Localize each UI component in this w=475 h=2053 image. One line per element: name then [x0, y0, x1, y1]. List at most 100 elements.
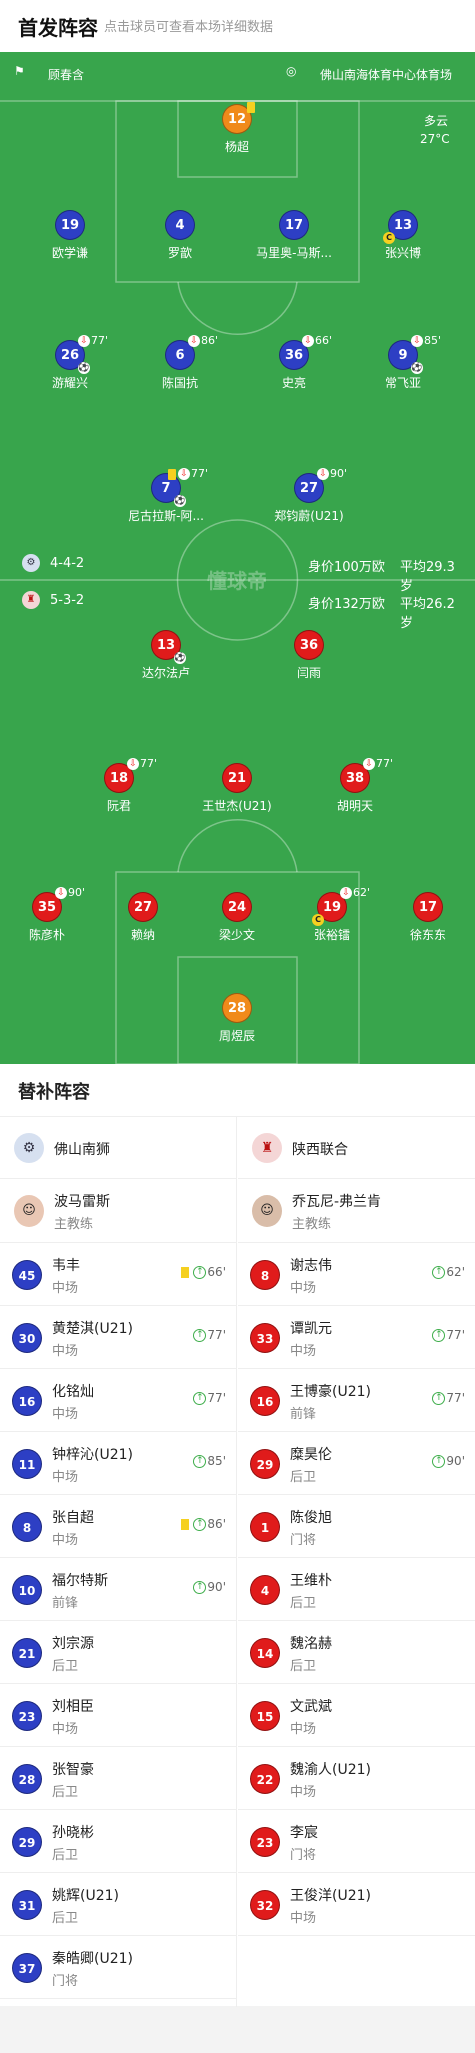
- sub-player-row[interactable]: 28 张智豪 后卫: [0, 1747, 236, 1810]
- player-position: 后卫: [290, 1659, 317, 1674]
- home-formation: 4-4-2: [50, 556, 85, 571]
- goal-ball-icon: ⚽: [78, 362, 90, 374]
- player-number-badge: 8: [12, 1512, 42, 1542]
- sub-player-row[interactable]: 8 张自超 中场 ↑ 86': [0, 1495, 236, 1558]
- away-coach[interactable]: ☺ 乔瓦尼-弗兰肯 主教练: [238, 1179, 475, 1243]
- player-name: 韦丰: [52, 1258, 80, 1274]
- player-name: 史亮: [281, 376, 306, 390]
- sub-player-row[interactable]: 15 文武斌 中场: [238, 1684, 475, 1747]
- sub-player-row[interactable]: 33 谭凯元 中场 ↑ 77': [238, 1306, 475, 1369]
- player-away-19[interactable]: 19 ⇩ 62' C 张裕镭: [282, 886, 382, 943]
- sub-on-icon: ↑: [432, 1266, 446, 1279]
- player-number-badge: 30: [12, 1323, 42, 1353]
- sub-player-row[interactable]: 29 孙晓彬 后卫: [0, 1810, 236, 1873]
- player-position: 中场: [290, 1911, 317, 1926]
- sub-on-minute: 66': [207, 1265, 226, 1279]
- player-away-36[interactable]: 36 闫雨: [259, 630, 359, 681]
- player-name: 王世杰(U21): [202, 799, 272, 813]
- player-name: 阮君: [106, 799, 131, 813]
- sub-on-icon: ↑: [432, 1392, 446, 1405]
- player-home-17[interactable]: 17 马里奥-马斯...: [244, 210, 344, 261]
- player-home-4[interactable]: 4 罗歆: [130, 210, 230, 261]
- player-position: 后卫: [52, 1911, 79, 1926]
- sub-player-row[interactable]: 29 糜昊伦 后卫 ↑ 90': [238, 1432, 475, 1495]
- home-coach[interactable]: ☺ 波马雷斯 主教练: [0, 1179, 236, 1243]
- captain-icon: C: [312, 914, 324, 926]
- sub-player-row[interactable]: 16 化铭灿 中场 ↑ 77': [0, 1369, 236, 1432]
- player-home-19[interactable]: 19 欧学谦: [20, 210, 120, 261]
- sub-player-row[interactable]: 31 姚辉(U21) 后卫: [0, 1873, 236, 1936]
- sub-player-row[interactable]: 30 黄楚淇(U21) 中场 ↑ 77': [0, 1306, 236, 1369]
- captain-icon: C: [383, 232, 395, 244]
- sub-player-row[interactable]: 4 王维朴 后卫: [238, 1558, 475, 1621]
- sub-player-row[interactable]: 16 王博豪(U21) 前锋 ↑ 77': [238, 1369, 475, 1432]
- sub-player-row[interactable]: 45 韦丰 中场 ↑ 66': [0, 1243, 236, 1306]
- away-formation-row: ♜ 5-3-2 身价132万欧 平均26.2岁: [22, 591, 462, 631]
- player-number-badge: 26 ⇩ 77' ⚽: [55, 334, 108, 374]
- player-away-17[interactable]: 17 徐东东: [378, 892, 475, 943]
- player-number-badge: 22: [250, 1764, 280, 1794]
- player-away-13[interactable]: 13 ⚽ 达尔法卢: [116, 630, 216, 681]
- sub-player-row[interactable]: 14 魏洺赫 后卫: [238, 1621, 475, 1684]
- player-number-badge: 4: [165, 210, 195, 240]
- sub-on-icon: ↑: [193, 1329, 207, 1342]
- player-name: 张自超: [52, 1510, 94, 1526]
- player-name: 刘相臣: [52, 1699, 94, 1715]
- player-away-18[interactable]: 18 ⇩ 77' 阮君: [69, 757, 169, 814]
- player-away-24[interactable]: 24 梁少文: [187, 892, 287, 943]
- player-number-badge: 33: [250, 1323, 280, 1353]
- player-position: 门将: [290, 1533, 317, 1548]
- sub-player-row[interactable]: 23 刘相臣 中场: [0, 1684, 236, 1747]
- player-home-6[interactable]: 6 ⇩ 86' 陈国抗: [130, 334, 230, 391]
- player-away-38[interactable]: 38 ⇩ 77' 胡明天: [305, 757, 405, 814]
- player-name: 赖纳: [130, 928, 155, 942]
- player-number-badge: 17: [413, 892, 443, 922]
- player-number-badge: 29: [12, 1827, 42, 1857]
- player-name: 张兴博: [384, 246, 421, 260]
- player-home-13[interactable]: 13 C 张兴博: [353, 210, 453, 261]
- sub-player-row[interactable]: 21 刘宗源 后卫: [0, 1621, 236, 1684]
- player-position: 前锋: [290, 1407, 317, 1422]
- player-away-28[interactable]: 28 周煜辰: [187, 993, 287, 1044]
- sub-player-row[interactable]: 11 钟梓沁(U21) 中场 ↑ 85': [0, 1432, 236, 1495]
- sub-on-tag: ↑ 90': [193, 1580, 226, 1594]
- away-team-head[interactable]: ♜ 陕西联合: [238, 1117, 475, 1179]
- sub-on-icon: ↑: [193, 1266, 207, 1279]
- sub-off-icon: ⇩: [78, 335, 90, 347]
- sub-player-row[interactable]: 8 谢志伟 中场 ↑ 62': [238, 1243, 475, 1306]
- stadium-icon: ◎: [286, 64, 297, 78]
- referee-name: 顾春含: [48, 68, 85, 82]
- sub-on-icon: ↑: [432, 1329, 446, 1342]
- player-home-36[interactable]: 36 ⇩ 66' 史亮: [244, 334, 344, 391]
- page-subtitle: 点击球员可查看本场详细数据: [104, 20, 274, 35]
- home-team-head[interactable]: ⚙ 佛山南狮: [0, 1117, 236, 1179]
- sub-player-row[interactable]: 23 李宸 门将: [238, 1810, 475, 1873]
- player-away-21[interactable]: 21 王世杰(U21): [187, 763, 287, 814]
- player-name: 张智豪: [52, 1762, 94, 1778]
- player-home-9[interactable]: 9 ⇩ 85' ⚽ 常飞亚: [353, 334, 453, 391]
- sub-player-row[interactable]: 32 王俊洋(U21) 中场: [238, 1873, 475, 1936]
- sub-player-row[interactable]: 22 魏渝人(U21) 中场: [238, 1747, 475, 1810]
- player-number-badge: 6 ⇩ 86': [165, 334, 218, 370]
- player-home-27[interactable]: 27 ⇩ 90' 郑钧蔚(U21): [259, 467, 359, 524]
- sub-off-icon: ⇩: [411, 335, 423, 347]
- sub-player-row[interactable]: 1 陈俊旭 门将: [238, 1495, 475, 1558]
- venue-name: 佛山南海体育中心体育场: [320, 68, 453, 82]
- sub-player-row[interactable]: 10 福尔特斯 前锋 ↑ 90': [0, 1558, 236, 1621]
- sub-player-row[interactable]: 37 秦皓卿(U21) 门将: [0, 1936, 236, 1999]
- player-home-12[interactable]: 12 杨超: [187, 102, 287, 155]
- player-number-badge: 14: [250, 1638, 280, 1668]
- sub-on-minute: 77': [446, 1391, 465, 1405]
- player-number-badge: 10: [12, 1575, 42, 1605]
- player-home-26[interactable]: 26 ⇩ 77' ⚽ 游耀兴: [20, 334, 120, 391]
- player-away-35[interactable]: 35 ⇩ 90' 陈彦朴: [0, 886, 97, 943]
- sub-on-icon: ↑: [193, 1581, 207, 1594]
- sub-on-tag: ↑ 62': [432, 1265, 465, 1279]
- coach-role: 主教练: [292, 1217, 332, 1232]
- player-home-7[interactable]: 7 ⇩ 77' ⚽ 尼古拉斯-阿...: [116, 467, 216, 524]
- player-away-27[interactable]: 27 赖纳: [93, 892, 193, 943]
- player-name: 郑钧蔚(U21): [274, 509, 344, 523]
- player-number-badge: 16: [12, 1386, 42, 1416]
- away-team-logo-icon: ♜: [22, 591, 40, 609]
- player-number-badge: 12: [222, 102, 255, 134]
